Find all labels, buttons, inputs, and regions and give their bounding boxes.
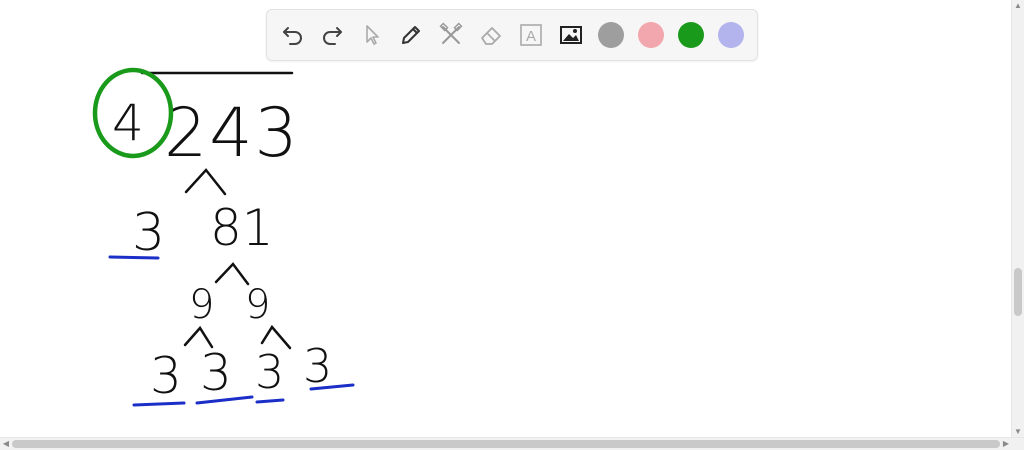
branch-lines-1 — [184, 168, 227, 196]
horizontal-scroll-thumb[interactable] — [12, 440, 1000, 448]
underline-level3-1 — [132, 401, 186, 407]
pencil-icon[interactable] — [395, 19, 427, 51]
eraser-icon[interactable] — [475, 19, 507, 51]
scroll-right-icon[interactable]: ▶ — [1000, 438, 1012, 450]
color-swatch-green[interactable] — [678, 22, 704, 48]
drawing-toolbar: A — [266, 9, 758, 61]
factor-right-text: 81 — [210, 199, 274, 257]
whiteboard-canvas[interactable]: 243 4 3 81 9 9 3 3 3 3 — [0, 0, 1012, 438]
text-icon[interactable]: A — [515, 19, 547, 51]
level3-text-1: 3 — [150, 347, 182, 405]
redo-icon[interactable] — [316, 19, 348, 51]
level2-right-text: 9 — [245, 282, 270, 328]
image-icon[interactable] — [555, 19, 587, 51]
horizontal-scrollbar[interactable]: ◀ ▶ — [0, 437, 1024, 450]
undo-icon[interactable] — [277, 19, 309, 51]
vertical-scroll-thumb[interactable] — [1014, 268, 1022, 316]
level3-text-2: 3 — [200, 344, 232, 402]
factor-left-text: 3 — [132, 203, 165, 263]
circled-digit-text: 4 — [112, 94, 144, 152]
text-tool-glyph: A — [526, 28, 536, 45]
branch-lines-2 — [214, 262, 250, 286]
level2-left-text: 9 — [189, 282, 214, 328]
underline-3 — [108, 255, 160, 260]
vertical-scrollbar[interactable]: ▲ ▼ — [1011, 0, 1024, 438]
level3-text-4: 3 — [303, 339, 332, 393]
tools-icon[interactable] — [435, 19, 467, 51]
handwriting-layer: 243 4 3 81 9 9 3 3 3 3 — [92, 67, 355, 407]
color-swatch-lavender[interactable] — [718, 22, 744, 48]
color-swatch-gray[interactable] — [598, 22, 624, 48]
scroll-left-icon[interactable]: ◀ — [0, 438, 12, 450]
select-pointer-icon[interactable] — [356, 19, 388, 51]
scroll-up-icon[interactable]: ▲ — [1012, 0, 1024, 12]
color-swatch-pink[interactable] — [638, 22, 664, 48]
level3-text-3: 3 — [255, 345, 284, 399]
dividend-text: 243 — [164, 94, 300, 173]
underline-level3-3 — [255, 398, 285, 404]
